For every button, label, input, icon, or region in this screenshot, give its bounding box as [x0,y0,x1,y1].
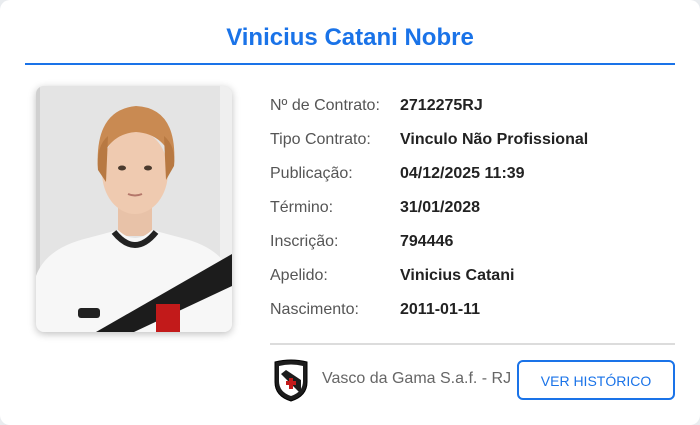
detail-value: Vinicius Catani [400,267,515,284]
detail-label: Nº de Contrato: [270,97,380,114]
contract-details: Nº de Contrato: 2712275RJ Tipo Contrato:… [270,94,675,332]
detail-label: Término: [270,199,334,216]
detail-row-contract-number: Nº de Contrato: 2712275RJ [270,94,675,128]
club-name: Vasco da Gama S.a.f. - RJ [322,370,512,387]
athlete-card: Vinicius Catani Nobre Nº de Contrato: 27… [0,0,700,425]
view-history-button[interactable]: VER HISTÓRICO [517,360,675,400]
vasco-crest-icon [272,358,310,402]
detail-value: Vinculo Não Profissional [400,131,589,148]
detail-row-contract-type: Tipo Contrato: Vinculo Não Profissional [270,128,675,162]
detail-row-birth-date: Nascimento: 2011-01-11 [270,298,675,332]
detail-label: Inscrição: [270,233,339,250]
detail-value: 2712275RJ [400,97,483,114]
detail-row-publication: Publicação: 04/12/2025 11:39 [270,162,675,196]
detail-row-nickname: Apelido: Vinicius Catani [270,264,675,298]
detail-label: Apelido: [270,267,328,284]
detail-value: 794446 [400,233,454,250]
title-divider [25,63,675,65]
detail-row-end-date: Término: 31/01/2028 [270,196,675,230]
detail-value: 04/12/2025 11:39 [400,165,525,182]
detail-label: Tipo Contrato: [270,131,371,148]
athlete-name: Vinicius Catani Nobre [226,24,474,51]
footer-divider [270,343,675,345]
detail-value: 2011-01-11 [400,301,481,318]
detail-row-registration: Inscrição: 794446 [270,230,675,264]
athlete-photo [36,86,232,332]
detail-label: Nascimento: [270,301,359,318]
detail-label: Publicação: [270,165,353,182]
detail-value: 31/01/2028 [400,199,481,216]
